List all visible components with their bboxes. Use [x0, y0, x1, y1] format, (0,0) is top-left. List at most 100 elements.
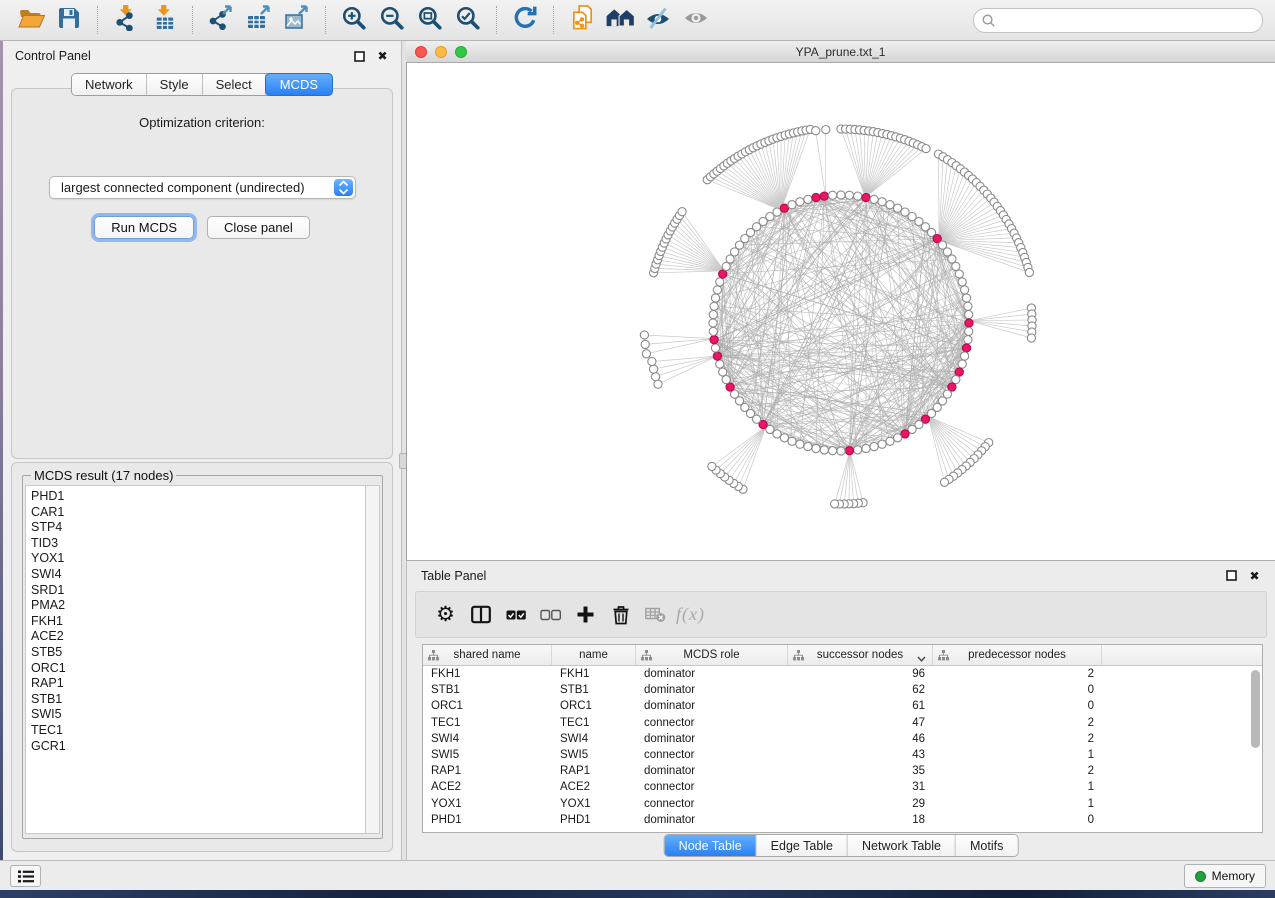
table-row[interactable]: SWI4SWI4dominator462	[423, 731, 1262, 747]
table-cell[interactable]: PHD1	[552, 812, 636, 828]
graph-node[interactable]	[820, 446, 828, 454]
mcds-result-item[interactable]: ORC1	[31, 661, 365, 677]
task-history-button[interactable]	[10, 865, 41, 887]
table-cell[interactable]: RAP1	[552, 763, 636, 779]
graph-leaf-node[interactable]	[648, 357, 656, 365]
table-row[interactable]: PHD1PHD1dominator180	[423, 812, 1262, 828]
zoom-out-button[interactable]	[373, 4, 411, 36]
graph-node[interactable]	[837, 191, 845, 199]
table-cell[interactable]: TEC1	[423, 715, 552, 731]
graph-node[interactable]	[964, 302, 972, 310]
graph-leaf-node[interactable]	[678, 208, 686, 216]
graph-node[interactable]	[709, 311, 717, 319]
graph-node[interactable]	[837, 447, 845, 455]
float-table-panel-icon[interactable]	[1225, 569, 1238, 582]
export-table-button[interactable]	[240, 4, 278, 36]
table-cell[interactable]: STB1	[552, 682, 636, 698]
graph-node[interactable]	[788, 201, 796, 209]
graph-node[interactable]	[710, 302, 718, 310]
mcds-result-scrollbar[interactable]	[365, 485, 380, 834]
table-row[interactable]: YOX1YOX1connector291	[423, 796, 1262, 812]
graph-node[interactable]	[719, 368, 727, 376]
save-button[interactable]	[50, 4, 88, 36]
mcds-result-item[interactable]: RAP1	[31, 676, 365, 692]
network-graph[interactable]	[407, 63, 1275, 559]
table-cell[interactable]: SWI4	[552, 731, 636, 747]
table-cell[interactable]: 0	[933, 682, 1102, 698]
run-mcds-button[interactable]: Run MCDS	[94, 216, 194, 239]
graph-node[interactable]	[796, 440, 804, 448]
graph-node[interactable]	[854, 446, 862, 454]
table-cell[interactable]: PHD1	[423, 812, 552, 828]
deselect-all-button[interactable]	[533, 598, 568, 632]
table-cell[interactable]: ORC1	[552, 698, 636, 714]
table-row[interactable]: TEC1TEC1connector472	[423, 715, 1262, 731]
graph-node[interactable]	[829, 447, 837, 455]
table-cell[interactable]: 2	[933, 731, 1102, 747]
table-cell[interactable]: 0	[933, 812, 1102, 828]
table-cell[interactable]: 2	[933, 763, 1102, 779]
graph-node[interactable]	[961, 286, 969, 294]
import-table-button[interactable]	[145, 4, 183, 36]
column-header-shared-name[interactable]: shared name	[423, 645, 552, 665]
graph-node[interactable]	[955, 270, 963, 278]
mcds-result-item[interactable]: PHD1	[31, 489, 365, 505]
mcds-result-item[interactable]: STB5	[31, 645, 365, 661]
table-cell[interactable]: 96	[788, 666, 933, 682]
graph-leaf-node[interactable]	[654, 380, 662, 388]
graph-node[interactable]	[709, 319, 717, 327]
table-cell[interactable]: ACE2	[423, 779, 552, 795]
table-row[interactable]: ACE2ACE2connector311	[423, 779, 1262, 795]
graph-leaf-node[interactable]	[1027, 334, 1035, 342]
graph-leaf-node[interactable]	[812, 127, 820, 135]
table-cell[interactable]: dominator	[636, 763, 788, 779]
graph-node[interactable]	[894, 434, 902, 442]
graph-leaf-node[interactable]	[640, 331, 648, 339]
graph-mcds-node[interactable]	[962, 344, 970, 352]
graph-node[interactable]	[709, 327, 717, 335]
graph-node[interactable]	[886, 437, 894, 445]
graph-leaf-node[interactable]	[940, 478, 948, 486]
table-row[interactable]: RAP1RAP1dominator352	[423, 763, 1262, 779]
table-row[interactable]: STB1STB1dominator620	[423, 682, 1262, 698]
close-window-icon[interactable]	[415, 46, 427, 58]
graph-node[interactable]	[854, 192, 862, 200]
tab-motifs[interactable]: Motifs	[956, 835, 1017, 856]
column-header-MCDS-role[interactable]: MCDS role	[636, 645, 788, 665]
graph-mcds-node[interactable]	[955, 368, 963, 376]
tab-edge-table[interactable]: Edge Table	[757, 835, 848, 856]
graph-node[interactable]	[952, 262, 960, 270]
mcds-result-item[interactable]: SWI4	[31, 567, 365, 583]
graph-node[interactable]	[964, 336, 972, 344]
graph-leaf-node[interactable]	[822, 126, 830, 134]
mcds-result-item[interactable]: TID3	[31, 536, 365, 552]
memory-button[interactable]: Memory	[1184, 864, 1266, 888]
graph-node[interactable]	[711, 294, 719, 302]
graph-node[interactable]	[716, 278, 724, 286]
graph-node[interactable]	[716, 360, 724, 368]
graph-node[interactable]	[965, 327, 973, 335]
table-row[interactable]: ORC1ORC1dominator610	[423, 698, 1262, 714]
table-cell[interactable]: dominator	[636, 666, 788, 682]
open-button[interactable]	[12, 4, 50, 36]
import-network-button[interactable]	[107, 4, 145, 36]
table-scrollbar[interactable]	[1251, 670, 1260, 748]
graph-node[interactable]	[886, 201, 894, 209]
delete-column-button[interactable]	[603, 598, 638, 632]
zoom-fit-button[interactable]	[411, 4, 449, 36]
graph-leaf-node[interactable]	[831, 500, 839, 508]
graph-leaf-node[interactable]	[1025, 268, 1033, 276]
graph-node[interactable]	[958, 278, 966, 286]
table-cell[interactable]: FKH1	[552, 666, 636, 682]
mcds-result-item[interactable]: PMA2	[31, 598, 365, 614]
column-header-successor-nodes[interactable]: successor nodes	[788, 645, 933, 665]
graph-mcds-node[interactable]	[780, 204, 788, 212]
mcds-result-item[interactable]: TEC1	[31, 723, 365, 739]
table-cell[interactable]: 46	[788, 731, 933, 747]
graph-node[interactable]	[804, 195, 812, 203]
graph-leaf-node[interactable]	[922, 145, 930, 153]
settings-gear-button[interactable]: ⚙	[428, 598, 463, 632]
graph-leaf-node[interactable]	[652, 373, 660, 381]
table-cell[interactable]: SWI4	[423, 731, 552, 747]
column-header-name[interactable]: name	[552, 645, 636, 665]
